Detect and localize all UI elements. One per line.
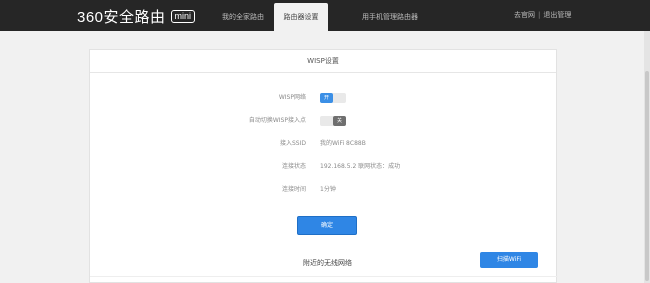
confirm-button[interactable]: 确定 bbox=[297, 216, 357, 235]
toggle-knob: 关 bbox=[333, 116, 346, 126]
wisp-settings-card: WISP设置 WISP网络 开 自动切换WISP接入点 关 接入SSID 我的W… bbox=[89, 49, 558, 283]
tab-mobile-manage[interactable]: 用手机管理路由器 bbox=[335, 3, 445, 31]
wisp-network-label: WISP网络 bbox=[278, 94, 306, 101]
connection-time-label: 连接时间 bbox=[281, 186, 306, 193]
row-auto-switch: 自动切换WISP接入点 关 bbox=[90, 114, 558, 128]
row-ssid: 接入SSID 我的WiFi 8C88B bbox=[90, 137, 558, 151]
row-connection-time: 连接时间 1分钟 bbox=[90, 183, 558, 197]
connection-status-label: 连接状态 bbox=[281, 163, 306, 170]
top-links: 去官网 | 退出管理 bbox=[514, 0, 571, 31]
scan-wifi-button[interactable]: 扫描WiFi bbox=[480, 252, 538, 268]
nearby-networks-title: 附近的无线网络 bbox=[303, 259, 352, 267]
logout-link[interactable]: 退出管理 bbox=[543, 11, 571, 19]
ssid-value: 我的WiFi 8C88B bbox=[320, 140, 366, 147]
wisp-network-toggle[interactable]: 开 bbox=[320, 93, 346, 103]
row-connection-status: 连接状态 192.168.5.2 联网状态：成功 bbox=[90, 160, 558, 174]
scrollbar-track[interactable] bbox=[644, 31, 650, 283]
card-title: WISP设置 bbox=[90, 50, 556, 73]
list-divider bbox=[90, 276, 558, 277]
connection-time-value: 1分钟 bbox=[320, 186, 336, 193]
row-wisp-network: WISP网络 开 bbox=[90, 91, 558, 105]
auto-switch-label: 自动切换WISP接入点 bbox=[248, 117, 306, 124]
toggle-knob: 开 bbox=[320, 93, 333, 103]
brand-badge: mini bbox=[170, 10, 196, 23]
scrollbar-thumb[interactable] bbox=[645, 71, 649, 281]
brand-logo: 360安全路由 mini bbox=[77, 6, 196, 27]
tab-router-settings[interactable]: 路由器设置 bbox=[274, 3, 328, 31]
ssid-label: 接入SSID bbox=[279, 140, 306, 147]
brand-name: 360安全路由 bbox=[77, 9, 166, 26]
connection-status-value: 192.168.5.2 联网状态：成功 bbox=[320, 163, 401, 170]
top-bar: 360安全路由 mini 我的全家路由 路由器设置 用手机管理路由器 去官网 | 退… bbox=[0, 0, 650, 31]
auto-switch-toggle[interactable]: 关 bbox=[320, 116, 346, 126]
tab-my-routers[interactable]: 我的全家路由 bbox=[206, 3, 280, 31]
link-separator: | bbox=[538, 11, 541, 19]
official-site-link[interactable]: 去官网 bbox=[514, 11, 535, 19]
